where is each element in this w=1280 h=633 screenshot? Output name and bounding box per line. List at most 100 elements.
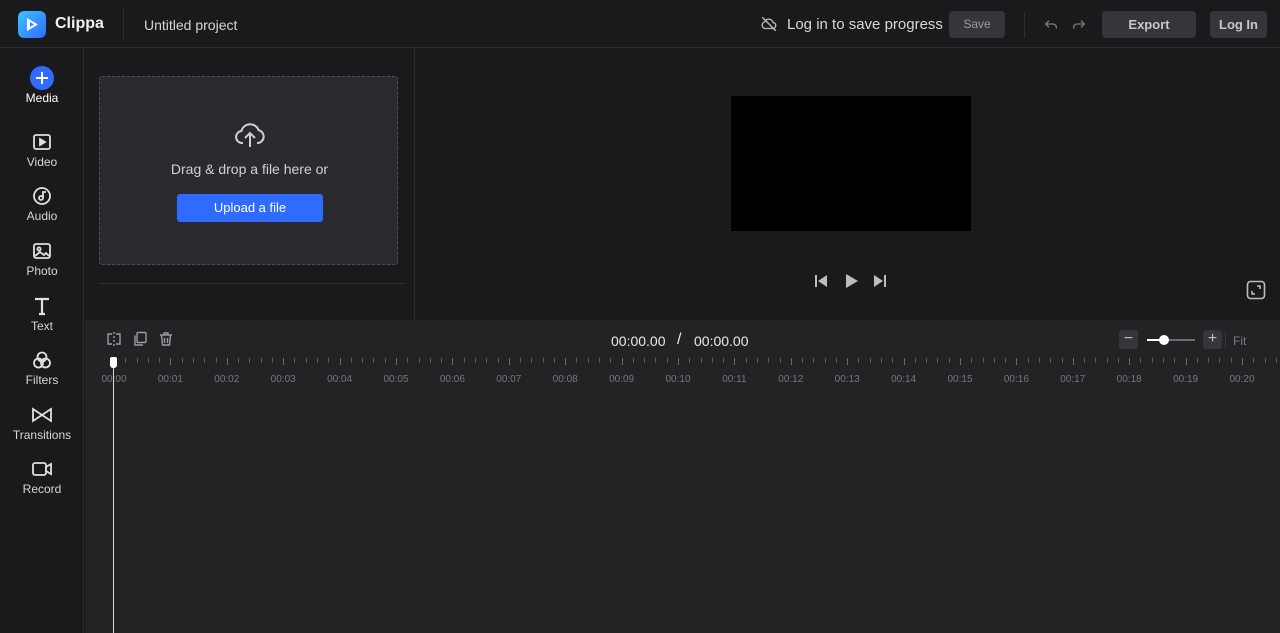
ruler-tick: [283, 358, 285, 365]
ruler-tick: [1208, 358, 1210, 363]
sidebar-item-video[interactable]: Video: [0, 126, 84, 174]
timeline-panel: 00:00.00 / 00:00.00 − + Fit 00:00 00:01 00…: [85, 320, 1280, 633]
ruler-tick: [835, 358, 837, 363]
project-title[interactable]: Untitled project: [144, 17, 237, 33]
undo-icon[interactable]: [1043, 16, 1059, 37]
image-icon: [30, 239, 54, 263]
ruler-tick: [531, 358, 533, 363]
ruler-tick: [181, 358, 183, 363]
ruler-tick: [689, 358, 691, 363]
ruler-tick: [610, 358, 612, 363]
sidebar-item-record[interactable]: Record: [0, 453, 84, 501]
sidebar-item-label: Text: [30, 319, 53, 333]
save-button[interactable]: Save: [949, 11, 1005, 38]
ruler-tick: [1140, 358, 1142, 363]
ruler-tick: [869, 358, 871, 363]
ruler-tick: [960, 358, 961, 365]
ruler-tick: [1005, 358, 1007, 363]
ruler-tick: [565, 358, 567, 365]
timeline-ruler[interactable]: 00:00 00:01 00:02 00:03 00:04 00:05 00:06 00:07…: [85, 358, 1280, 396]
ruler-tick: [892, 358, 894, 363]
upload-cloud-icon: [234, 121, 266, 154]
ruler-tick: [542, 358, 544, 363]
ruler-tick: [474, 358, 476, 363]
zoom-slider-thumb[interactable]: [1158, 335, 1169, 345]
ruler-tick: [305, 358, 307, 363]
ruler-label: 00:17: [1060, 374, 1086, 385]
clippa-logo-icon[interactable]: [18, 11, 46, 38]
sidebar-item-transitions[interactable]: Transitions: [0, 399, 84, 447]
brand-name: Clippa: [55, 15, 104, 32]
sidebar-item-label: Audio: [26, 209, 58, 223]
ruler-tick: [1242, 358, 1243, 365]
ruler-tick: [147, 358, 149, 363]
sidebar-item-label: Video: [26, 155, 58, 169]
trash-icon[interactable]: [158, 331, 174, 352]
ruler-tick: [1095, 358, 1097, 363]
ruler-tick: [215, 358, 217, 363]
zoom-slider[interactable]: [1147, 335, 1195, 345]
video-canvas[interactable]: [731, 96, 971, 231]
redo-icon[interactable]: [1071, 16, 1087, 37]
zoom-in-button[interactable]: +: [1203, 330, 1222, 349]
ruler-tick: [678, 358, 679, 365]
export-button[interactable]: Export: [1102, 11, 1196, 38]
ruler-label: 00:19: [1173, 374, 1199, 385]
sidebar-item-media[interactable]: Media: [0, 62, 84, 110]
ruler-tick: [159, 358, 161, 363]
ruler-tick: [621, 358, 623, 365]
ruler-tick: [1106, 358, 1108, 363]
ruler-label: 00:04: [327, 374, 353, 385]
timeline-toolbar: 00:00.00 / 00:00.00 − + Fit: [85, 320, 1280, 358]
playhead-handle[interactable]: [110, 357, 117, 368]
ruler-tick: [881, 358, 883, 363]
ruler-tick: [1196, 358, 1198, 363]
dropzone-text: Drag & drop a file here or: [170, 161, 329, 177]
ruler-tick: [903, 358, 905, 365]
sidebar-item-label: Media: [25, 91, 59, 105]
ruler-tick: [1016, 358, 1018, 365]
ruler-tick: [170, 358, 172, 365]
ruler-tick: [271, 358, 273, 363]
ruler-tick: [802, 358, 804, 363]
split-icon[interactable]: [106, 331, 122, 352]
ruler-tick: [339, 358, 341, 365]
ruler-tick: [1038, 358, 1040, 363]
sidebar-item-filters[interactable]: Filters: [0, 344, 84, 392]
login-button[interactable]: Log In: [1210, 11, 1267, 38]
ruler-tick: [756, 358, 758, 363]
skip-forward-icon[interactable]: [872, 273, 888, 294]
ruler-tick: [407, 358, 409, 363]
play-icon[interactable]: [843, 273, 859, 294]
file-dropzone[interactable]: Drag & drop a file here or Upload a file: [99, 76, 398, 265]
sidebar-item-text[interactable]: Text: [0, 290, 84, 338]
ruler-tick: [384, 358, 386, 363]
current-time: 00:00.00: [611, 333, 666, 349]
ruler-tick: [1129, 358, 1131, 365]
ruler-tick: [238, 358, 240, 363]
ruler-tick: [204, 358, 206, 363]
fullscreen-icon[interactable]: [1246, 280, 1266, 305]
toolbar-divider: [1225, 332, 1226, 348]
cloud-off-icon: [760, 15, 778, 38]
ruler-tick: [497, 358, 499, 363]
track-area[interactable]: [85, 396, 1280, 633]
ruler-label: 00:20: [1229, 374, 1255, 385]
sidebar-item-audio[interactable]: Audio: [0, 180, 84, 228]
ruler-tick: [790, 358, 792, 365]
ruler-tick: [350, 358, 352, 363]
ruler-tick: [655, 358, 657, 363]
video-icon: [30, 130, 54, 154]
upload-file-button[interactable]: Upload a file: [177, 194, 323, 222]
ruler-label: 00:06: [439, 374, 465, 385]
duplicate-icon[interactable]: [132, 331, 148, 352]
fit-button[interactable]: Fit: [1233, 334, 1246, 348]
sidebar-item-photo[interactable]: Photo: [0, 235, 84, 283]
skip-back-icon[interactable]: [813, 273, 829, 294]
ruler-label: 00:16: [1003, 374, 1029, 385]
ruler-tick: [362, 358, 364, 363]
ruler-tick: [768, 358, 770, 363]
zoom-out-button[interactable]: −: [1119, 330, 1138, 349]
ruler-tick: [937, 358, 939, 363]
ruler-tick: [373, 358, 375, 363]
